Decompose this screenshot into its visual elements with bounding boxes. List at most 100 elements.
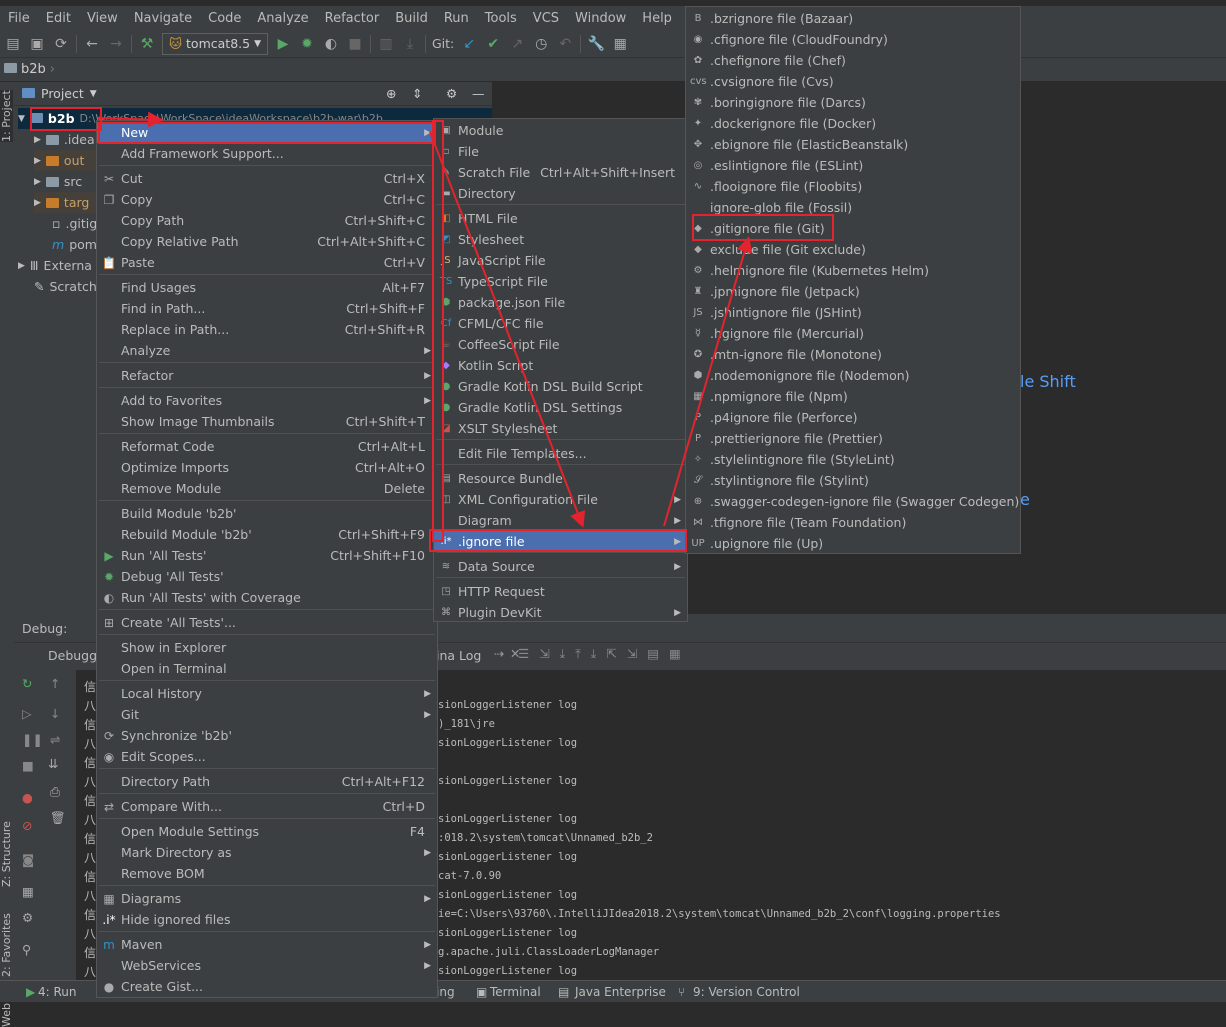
breadcrumb-item[interactable]: b2b [21,62,46,77]
structure-tool-tab[interactable]: Z: Structure [0,821,13,887]
revert-icon[interactable]: ↶ [556,35,574,53]
new-menu-item[interactable]: ▣ Module [434,120,687,141]
context-menu-item[interactable]: Copy Relative Path Ctrl+Alt+Shift+C [97,231,437,252]
favorites-tool-tab[interactable]: 2: Favorites [0,913,13,977]
new-menu-item[interactable]: ▫ File [434,141,687,162]
ignore-menu-item[interactable]: ∿ .flooignore file (Floobits) [686,176,1020,197]
pin-icon[interactable]: ⚲ [22,942,31,957]
context-menu-item[interactable]: Find Usages Alt+F7 [97,277,437,298]
new-menu-item[interactable]: ▤ Resource Bundle [434,468,687,489]
logging-tab[interactable]: ing [436,985,455,999]
context-menu-item[interactable]: ● Create Gist... [97,976,437,997]
ignore-menu-item[interactable]: ◉ .cfignore file (CloudFoundry) [686,29,1020,50]
ignore-menu-item[interactable]: ◆ exclude file (Git exclude) [686,239,1020,260]
ignore-menu-item[interactable]: ⬢ .nodemonignore file (Nodemon) [686,365,1020,386]
context-menu-item[interactable]: Optimize Imports Ctrl+Alt+O [97,457,437,478]
stop-icon[interactable]: ■ [346,35,364,53]
tree-item[interactable]: m pom [52,234,97,255]
java-enterprise-tab[interactable]: Java Enterprise [575,985,666,999]
project-structure-icon[interactable]: ▥ [377,35,395,53]
ignore-menu-item[interactable]: ✿ .chefignore file (Chef) [686,50,1020,71]
new-menu-item[interactable]: ▬ Directory [434,183,687,204]
context-menu-item[interactable]: ❐ Copy Ctrl+C [97,189,437,210]
git-update-icon[interactable]: ↙ [460,35,478,53]
ignore-menu-item[interactable]: UP .upignore file (Up) [686,533,1020,554]
open-folder-icon[interactable]: ▤ [4,35,22,53]
debug-icon[interactable]: ✹ [298,35,316,53]
resume-icon[interactable]: ▷ [22,706,32,721]
ignore-menu-item[interactable]: 𝒮 .stylintignore file (Stylint) [686,470,1020,491]
context-menu-item[interactable]: m Maven ▶ [97,934,437,955]
wrap-icon[interactable]: ⇌ [50,732,60,747]
ignore-menu-item[interactable]: ♜ .jpmignore file (Jetpack) [686,281,1020,302]
ignore-menu-item[interactable]: ⋈ .tfignore file (Team Foundation) [686,512,1020,533]
new-menu-item[interactable]: Edit File Templates... [434,443,687,464]
menubar-item[interactable]: Window [567,11,634,26]
up-icon[interactable]: ↑ [50,676,60,691]
menubar-item[interactable]: Build [387,11,436,26]
tree-item[interactable]: ▫ .gitig [52,213,97,234]
new-menu-item[interactable]: ◧ HTML File [434,208,687,229]
context-menu-item[interactable]: ✂ Cut Ctrl+X [97,168,437,189]
new-menu-item[interactable]: ◫ XML Configuration File ▶ [434,489,687,510]
tree-item[interactable]: ▶ Ⅲ Externa [18,255,92,276]
context-menu-item[interactable]: Open Module Settings F4 [97,821,437,842]
run-config-dropdown[interactable]: 🐱 tomcat8.5 ▼ [162,32,268,55]
new-menu-item[interactable]: ◳ HTTP Request [434,581,687,602]
tree-item[interactable]: ✎ Scratch [34,276,97,297]
ignore-menu-item[interactable]: ⊕ .swagger-codegen-ignore file (Swagger C… [686,491,1020,512]
menubar-item[interactable]: Navigate [126,11,200,26]
menubar-item[interactable]: Refactor [317,11,388,26]
new-menu-item[interactable]: Diagram ▶ [434,510,687,531]
pin-icon[interactable]: ⇢ [494,646,504,661]
context-menu-item[interactable]: Git ▶ [97,704,437,725]
context-menu-item[interactable]: .i* Hide ignored files [97,909,437,930]
context-menu-item[interactable]: Replace in Path... Ctrl+Shift+R [97,319,437,340]
ignore-menu-item[interactable]: B .bzrignore file (Bazaar) [686,8,1020,29]
new-menu-item[interactable]: ⌘ Plugin DevKit ▶ [434,602,687,623]
new-menu-item[interactable]: ◆ Kotlin Script [434,355,687,376]
context-menu-item[interactable]: Refactor ▶ [97,365,437,386]
scroll-end-icon[interactable]: ⇊ [48,756,58,771]
forward-icon[interactable]: → [107,35,125,53]
ignore-menu-item[interactable]: ▦ .npmignore file (Npm) [686,386,1020,407]
context-menu-item[interactable]: ⟳ Synchronize 'b2b' [97,725,437,746]
ignore-menu-item[interactable]: ignore-glob file (Fossil) [686,197,1020,218]
context-menu-item[interactable]: Find in Path... Ctrl+Shift+F [97,298,437,319]
git-commit-icon[interactable]: ✔ [484,35,502,53]
ignore-menu-item[interactable]: P .p4ignore file (Perforce) [686,407,1020,428]
gear-icon[interactable]: ⚙ [22,910,33,925]
terminal-tab[interactable]: Terminal [490,985,541,999]
build-hammer-icon[interactable]: ⚒ [138,35,156,53]
new-menu-item[interactable]: TS TypeScript File [434,271,687,292]
download-icon[interactable]: ⤓ [401,35,419,53]
run-icon[interactable]: ▶ [274,35,292,53]
context-menu-item[interactable]: Remove BOM [97,863,437,884]
menubar-item[interactable]: Tools [477,11,525,26]
new-menu-item[interactable]: ⬢ package.json File [434,292,687,313]
ignore-menu-item[interactable]: ✪ .mtn-ignore file (Monotone) [686,344,1020,365]
git-push-icon[interactable]: ↗ [508,35,526,53]
ignore-menu-item[interactable]: P .prettierignore file (Prettier) [686,428,1020,449]
new-menu-item[interactable]: ● Gradle Kotlin DSL Settings [434,397,687,418]
menubar-item[interactable]: Code [200,11,249,26]
context-menu-item[interactable]: Show in Explorer [97,637,437,658]
back-icon[interactable]: ← [83,35,101,53]
context-menu-item[interactable]: Open in Terminal [97,658,437,679]
context-menu-item[interactable]: Add to Favorites ▶ [97,390,437,411]
context-menu-item[interactable]: Build Module 'b2b' [97,503,437,524]
new-menu-item[interactable]: Cf CFML/CFC file [434,313,687,334]
chevron-down-icon[interactable]: ▼ [90,89,97,99]
new-menu-item[interactable]: ● Gradle Kotlin DSL Build Script [434,376,687,397]
ignore-menu-item[interactable]: ◆ .gitignore file (Git) [686,218,1020,239]
mute-breakpoints-icon[interactable]: ⊘ [22,818,32,833]
context-menu-item[interactable]: Directory Path Ctrl+Alt+F12 [97,771,437,792]
project-settings-icon[interactable]: ▦ [611,35,629,53]
menubar-item[interactable]: View [79,11,126,26]
new-menu-item[interactable]: ☕ CoffeeScript File [434,334,687,355]
ignore-menu-item[interactable]: ✦ .dockerignore file (Docker) [686,113,1020,134]
version-control-tab[interactable]: 9: Version Control [693,985,800,999]
ignore-menu-item[interactable]: cvs .cvsignore file (Cvs) [686,71,1020,92]
context-menu-item[interactable]: ▶ Run 'All Tests' Ctrl+Shift+F10 [97,545,437,566]
project-tool-tab[interactable]: 1: Project [0,90,13,142]
